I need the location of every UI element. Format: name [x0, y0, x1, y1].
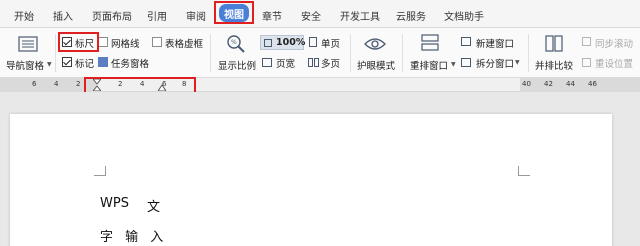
- doc-text-line2: 字 输 入: [100, 230, 168, 245]
- sync-scroll-icon: [582, 37, 591, 46]
- tab-developer[interactable]: 开发工具: [340, 8, 380, 23]
- side-by-side-icon: [545, 35, 563, 52]
- new-window-icon: [461, 37, 471, 46]
- ruler-tick-label: 2: [76, 80, 81, 88]
- ruler-tick-label: 46: [588, 80, 597, 88]
- page-width-button[interactable]: 页宽: [276, 56, 295, 70]
- nav-pane-label[interactable]: 导航窗格: [6, 58, 44, 72]
- new-window-button[interactable]: 新建窗口: [476, 36, 514, 50]
- arrange-window-icon: [421, 34, 439, 51]
- split-window-icon: [461, 58, 471, 67]
- tab-references[interactable]: 引用: [147, 8, 167, 23]
- arrange-window-label[interactable]: 重排窗口: [410, 58, 448, 72]
- separator: [55, 34, 56, 72]
- zoom-label[interactable]: 显示比例: [218, 58, 256, 72]
- margin-corner-top-left: [94, 166, 106, 176]
- ruler-right-margin: [520, 78, 640, 92]
- sync-scroll-button[interactable]: 同步滚动: [595, 36, 633, 50]
- nav-pane-button[interactable]: [18, 36, 38, 56]
- ruler-tick-label: 42: [544, 80, 553, 88]
- tab-chapter[interactable]: 章节: [262, 8, 282, 23]
- ruler-highlight: [58, 32, 99, 52]
- zoom-100-value: 100%: [276, 37, 306, 48]
- tab-cloud[interactable]: 云服务: [396, 8, 426, 23]
- zoom-100-icon: [264, 39, 272, 47]
- doc-text-wps: WPS: [100, 196, 129, 211]
- margin-corner-top-right: [518, 166, 530, 176]
- eye-icon: [364, 38, 386, 50]
- side-by-side-label[interactable]: 并排比较: [535, 58, 573, 72]
- eye-mode-label[interactable]: 护眼模式: [357, 58, 395, 72]
- view-tab-highlight: [214, 1, 254, 24]
- nav-pane-dropdown-icon[interactable]: ▼: [47, 61, 52, 68]
- single-page-button[interactable]: 单页: [321, 36, 340, 50]
- marks-checkbox[interactable]: [62, 57, 72, 67]
- tab-page-layout[interactable]: 页面布局: [92, 8, 132, 23]
- tab-insert[interactable]: 插入: [53, 8, 73, 23]
- arrange-window-dropdown-icon[interactable]: ▼: [451, 61, 456, 68]
- gridlines-checkbox[interactable]: [98, 37, 108, 47]
- tab-start[interactable]: 开始: [14, 8, 34, 23]
- task-pane-checkbox[interactable]: [98, 57, 108, 67]
- table-gridlines-checkbox[interactable]: [152, 37, 162, 47]
- multi-page-icon: [308, 58, 313, 67]
- document-page[interactable]: WPS 文 字 输 入: [10, 114, 612, 246]
- side-by-side-button[interactable]: [545, 35, 563, 56]
- split-window-button[interactable]: 拆分窗口: [476, 56, 514, 70]
- zoom-100-button[interactable]: 100%: [260, 35, 306, 50]
- marks-label[interactable]: 标记: [75, 56, 94, 70]
- doc-text-wen: 文: [147, 200, 161, 215]
- separator: [350, 34, 351, 72]
- menu-bar: 开始 插入 页面布局 引用 审阅 视图 章节 安全 开发工具 云服务 文档助手: [0, 0, 640, 28]
- arrange-window-button[interactable]: [421, 34, 439, 56]
- nav-pane-icon: [18, 36, 38, 52]
- table-gridlines-label[interactable]: 表格虚框: [165, 36, 203, 50]
- ruler-tick-label: 40: [522, 80, 531, 88]
- zoom-button[interactable]: %: [226, 34, 246, 58]
- ribbon-view: 导航窗格 ▼ 标尺 网格线 表格虚框 标记 任务窗格 % 显示比例 100% 单…: [0, 28, 640, 78]
- reset-position-button[interactable]: 重设位置: [595, 56, 633, 70]
- zoom-icon: %: [227, 35, 245, 53]
- ruler-tick-label: 44: [566, 80, 575, 88]
- single-page-icon: [309, 37, 317, 47]
- tab-security[interactable]: 安全: [301, 8, 321, 23]
- svg-text:%: %: [231, 39, 237, 46]
- separator: [402, 34, 403, 72]
- reset-position-icon: [582, 58, 591, 67]
- ruler-tick-label: 4: [54, 80, 59, 88]
- split-window-dropdown-icon[interactable]: ▼: [515, 59, 520, 66]
- separator: [210, 34, 211, 72]
- tab-review[interactable]: 审阅: [186, 8, 206, 23]
- task-pane-label[interactable]: 任务窗格: [111, 56, 149, 70]
- multi-page-button[interactable]: 多页: [321, 56, 340, 70]
- eye-mode-button[interactable]: [364, 36, 386, 55]
- tab-doc-assistant[interactable]: 文档助手: [444, 8, 484, 23]
- ruler-tick-label: 6: [32, 80, 37, 88]
- ruler-left-margin: [0, 78, 96, 92]
- page-width-icon: [262, 58, 272, 67]
- separator: [528, 34, 529, 72]
- gridlines-label[interactable]: 网格线: [111, 36, 140, 50]
